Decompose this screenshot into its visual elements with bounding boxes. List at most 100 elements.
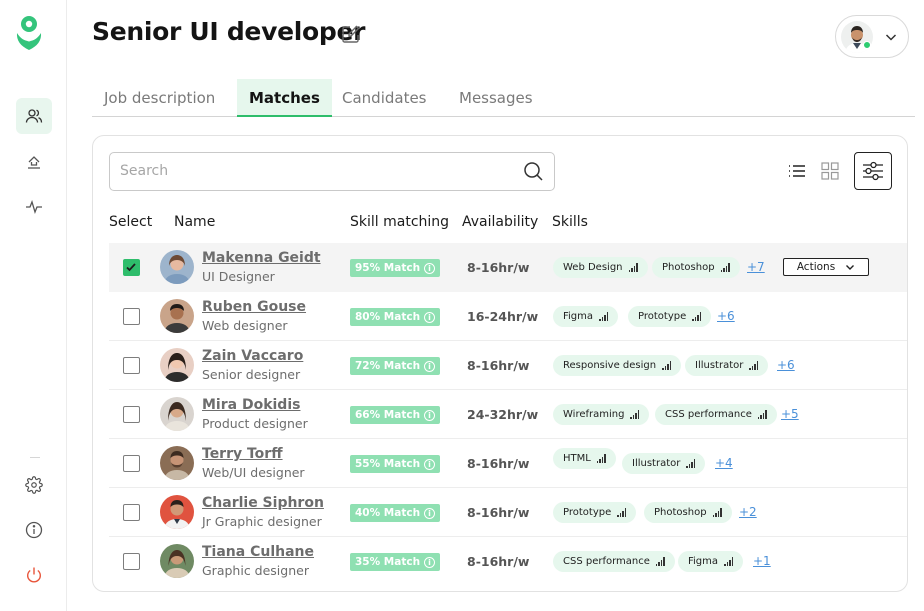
- skill-level-icon: [617, 508, 627, 517]
- skill-tag: Responsive design: [553, 355, 682, 376]
- table-row[interactable]: Zain Vaccaro Senior designer 72% Match i …: [109, 341, 907, 390]
- avatar: [160, 446, 194, 480]
- table-row[interactable]: Mira Dokidis Product designer 66% Match i…: [109, 390, 907, 439]
- candidate-name-link[interactable]: Makenna Geidt: [202, 250, 321, 266]
- info-icon[interactable]: i: [424, 507, 436, 519]
- skill-tag: Wireframing: [553, 404, 650, 425]
- more-skills-link[interactable]: +1: [753, 554, 771, 568]
- filter-button[interactable]: [854, 152, 892, 190]
- tab-candidates[interactable]: Candidates: [330, 79, 439, 117]
- tab-job-description[interactable]: Job description: [92, 79, 227, 117]
- candidate-role: UI Designer: [202, 269, 275, 284]
- page-title: Senior UI developer: [92, 17, 366, 46]
- search-placeholder: Search: [120, 163, 169, 179]
- column-header-name[interactable]: Name: [174, 214, 215, 230]
- info-icon[interactable]: i: [424, 556, 436, 568]
- candidate-role: Web designer: [202, 318, 288, 333]
- availability-value: 8-16hr/w: [467, 260, 530, 275]
- table-row[interactable]: Tiana Culhane Graphic designer 35% Match…: [109, 537, 907, 586]
- more-skills-link[interactable]: +4: [715, 456, 733, 470]
- column-header-skill-matching[interactable]: Skill matching: [350, 214, 449, 230]
- actions-dropdown[interactable]: Actions: [783, 258, 869, 276]
- filter-sliders-icon: [863, 161, 883, 181]
- row-checkbox[interactable]: [123, 406, 140, 423]
- search-input[interactable]: Search: [109, 152, 555, 191]
- sidebar-item-activity[interactable]: [16, 189, 52, 225]
- more-skills-link[interactable]: +6: [717, 309, 735, 323]
- skill-tag: CSS performance: [655, 404, 777, 425]
- edit-icon[interactable]: [341, 24, 361, 44]
- tab-messages[interactable]: Messages: [447, 79, 545, 117]
- skill-tag: Photoshop: [652, 257, 740, 278]
- column-header-select: Select: [109, 214, 153, 230]
- match-badge: 72% Match i: [350, 357, 441, 375]
- people-icon: [25, 109, 43, 123]
- skill-level-icon: [662, 361, 672, 370]
- sidebar-item-logout[interactable]: [16, 557, 52, 593]
- sidebar-divider: [30, 457, 40, 458]
- avatar: [160, 397, 194, 431]
- row-checkbox[interactable]: [123, 259, 140, 276]
- power-icon: [27, 567, 41, 583]
- row-checkbox[interactable]: [123, 308, 140, 325]
- sidebar-item-upload[interactable]: [16, 144, 52, 180]
- row-checkbox[interactable]: [123, 357, 140, 374]
- match-badge: 55% Match i: [350, 455, 441, 473]
- avatar: [160, 299, 194, 333]
- info-icon[interactable]: i: [424, 458, 436, 470]
- list-view-icon: [789, 165, 805, 177]
- info-icon[interactable]: i: [424, 409, 436, 421]
- availability-value: 8-16hr/w: [467, 358, 530, 373]
- candidate-name-link[interactable]: Mira Dokidis: [202, 397, 300, 413]
- availability-value: 16-24hr/w: [467, 309, 539, 324]
- skill-tag: Photoshop: [644, 502, 732, 523]
- column-header-availability[interactable]: Availability: [462, 214, 538, 230]
- avatar: [160, 495, 194, 529]
- info-icon[interactable]: i: [424, 360, 436, 372]
- grid-view-icon: [821, 162, 839, 180]
- candidate-name-link[interactable]: Ruben Gouse: [202, 299, 306, 315]
- skill-level-icon: [724, 557, 734, 566]
- skill-tag: Illustrator: [622, 453, 706, 474]
- candidate-name-link[interactable]: Charlie Siphron: [202, 495, 324, 511]
- candidate-role: Product designer: [202, 416, 308, 431]
- sidebar-item-settings[interactable]: [16, 467, 52, 503]
- more-skills-link[interactable]: +6: [777, 358, 795, 372]
- search-icon[interactable]: [523, 161, 544, 182]
- more-skills-link[interactable]: +5: [781, 407, 799, 421]
- skill-tag: Prototype: [553, 502, 637, 523]
- sidebar-item-people[interactable]: [16, 98, 52, 134]
- sidebar-item-info[interactable]: [16, 512, 52, 548]
- grid-view-button[interactable]: [811, 152, 849, 190]
- table-row[interactable]: Makenna Geidt UI Designer 95% Match i 8-1…: [109, 243, 907, 292]
- chevron-down-icon: [885, 34, 897, 41]
- skill-level-icon: [692, 312, 702, 321]
- table-row[interactable]: Ruben Gouse Web designer 80% Match i 16-2…: [109, 292, 907, 341]
- tab-matches[interactable]: Matches: [237, 79, 332, 117]
- info-icon[interactable]: i: [424, 311, 436, 323]
- table-row[interactable]: Charlie Siphron Jr Graphic designer 40% …: [109, 488, 907, 537]
- skill-level-icon: [596, 454, 606, 463]
- availability-value: 8-16hr/w: [467, 554, 530, 569]
- info-icon: [25, 521, 43, 539]
- more-skills-link[interactable]: +7: [747, 260, 765, 274]
- info-icon[interactable]: i: [424, 262, 436, 274]
- skill-tag: CSS performance: [553, 551, 675, 572]
- candidate-name-link[interactable]: Zain Vaccaro: [202, 348, 303, 364]
- match-badge: 35% Match i: [350, 553, 441, 571]
- row-checkbox[interactable]: [123, 504, 140, 521]
- skill-level-icon: [757, 410, 767, 419]
- row-checkbox[interactable]: [123, 553, 140, 570]
- candidate-name-link[interactable]: Terry Torff: [202, 446, 283, 462]
- candidate-role: Jr Graphic designer: [202, 514, 322, 529]
- skill-tag: Web Design: [553, 257, 648, 278]
- more-skills-link[interactable]: +2: [739, 505, 757, 519]
- profile-menu-button[interactable]: [835, 15, 909, 58]
- row-checkbox[interactable]: [123, 455, 140, 472]
- skill-level-icon: [686, 459, 696, 468]
- skill-tag: Figma: [553, 306, 619, 327]
- match-badge: 40% Match i: [350, 504, 441, 522]
- avatar: [160, 544, 194, 578]
- table-row[interactable]: Terry Torff Web/UI designer 55% Match i 8…: [109, 439, 907, 488]
- candidate-name-link[interactable]: Tiana Culhane: [202, 544, 314, 560]
